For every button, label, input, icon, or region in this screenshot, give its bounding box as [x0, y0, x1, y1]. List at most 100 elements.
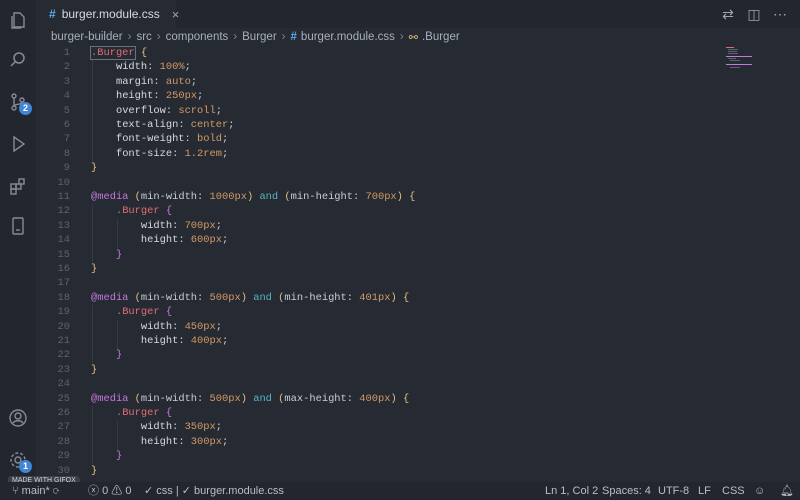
- code-line[interactable]: 16}: [36, 262, 736, 276]
- account-icon[interactable]: [0, 400, 36, 436]
- line-number: 21: [57, 335, 70, 347]
- notifications-bell-icon[interactable]: 🔔︎: [780, 482, 794, 500]
- line-number: 27: [57, 421, 70, 434]
- activity-bar: 2 1: [0, 0, 36, 482]
- breadcrumb-item[interactable]: burger.module.css: [301, 31, 395, 43]
- line-code: text-align: center;: [115, 119, 235, 131]
- line-number: 14: [57, 234, 70, 247]
- chevron-right-icon: ›: [399, 31, 404, 43]
- breadcrumb-item[interactable]: .Burger: [422, 31, 460, 43]
- close-icon[interactable]: ×: [172, 7, 180, 22]
- line-number: 3: [63, 75, 70, 88]
- search-icon[interactable]: [0, 42, 36, 78]
- code-line[interactable]: 14 height: 600px;: [36, 233, 736, 247]
- device-icon[interactable]: [0, 208, 36, 244]
- line-number: 29: [57, 450, 70, 463]
- code-line[interactable]: 18 @media (min-width: 500px) and (min-hei…: [36, 291, 736, 305]
- code-line[interactable]: 23}: [36, 363, 736, 377]
- code-line[interactable]: 26 .Burger {: [36, 406, 736, 420]
- checks-indicator[interactable]: ✓ css | ✓ burger.module.css: [144, 482, 284, 500]
- explorer-icon[interactable]: [0, 2, 36, 38]
- problems-indicator[interactable]: ⓧ 0 ⚠ 0: [88, 482, 131, 500]
- code-line[interactable]: 28 height: 300px;: [36, 435, 736, 449]
- code-line[interactable]: 17: [36, 276, 736, 290]
- chevron-right-icon: ›: [233, 31, 238, 43]
- split-editor-icon[interactable]: ◫: [746, 6, 762, 23]
- editor-actions: ⇄ ◫ ⋯: [720, 0, 788, 28]
- branch-indicator[interactable]: ⑂ main* ⟳: [12, 482, 59, 500]
- run-debug-icon[interactable]: [0, 126, 36, 162]
- line-number: 10: [57, 176, 70, 189]
- code-line[interactable]: 6 text-align: center;: [36, 118, 736, 132]
- code-line[interactable]: 22 }: [36, 348, 736, 362]
- tab-label: burger.module.css: [61, 7, 160, 21]
- end-of-line[interactable]: LF: [698, 482, 711, 500]
- line-number: 28: [57, 435, 70, 448]
- code-line[interactable]: 20 width: 450px;: [36, 320, 736, 334]
- code-line[interactable]: 19 .Burger {: [36, 305, 736, 319]
- line-number: 7: [63, 133, 70, 146]
- line-number: 25: [57, 392, 70, 405]
- line-code: }: [91, 363, 98, 376]
- code-line[interactable]: 7 font-weight: bold;: [36, 132, 736, 146]
- breadcrumb-item[interactable]: src: [136, 31, 151, 43]
- feedback-icon[interactable]: ☺: [754, 482, 765, 500]
- code-line[interactable]: 5 overflow: scroll;: [36, 104, 736, 118]
- line-number: 13: [57, 219, 70, 232]
- line-code: }: [91, 464, 98, 477]
- code-line[interactable]: 1 .Burger {: [36, 46, 736, 60]
- settings-badge: 1: [19, 460, 32, 473]
- scm-badge: 2: [19, 102, 32, 115]
- settings-gear-icon[interactable]: 1: [0, 442, 36, 478]
- line-code: height: 600px;: [140, 234, 229, 247]
- line-code: overflow: scroll;: [115, 104, 222, 117]
- cursor-position[interactable]: Ln 1, Col 2: [545, 482, 598, 500]
- code-line[interactable]: 21 height: 400px;: [36, 334, 736, 348]
- code-line[interactable]: 29 }: [36, 449, 736, 463]
- warning-icon: ⚠: [111, 485, 123, 497]
- code-line[interactable]: 10: [36, 176, 736, 190]
- line-number: 16: [57, 263, 70, 275]
- code-line[interactable]: 2 width: 100%;: [36, 60, 736, 74]
- git-branch-icon: ⑂: [12, 485, 19, 497]
- code-line[interactable]: 11 @media (min-width: 1000px) and (min-he…: [36, 190, 736, 204]
- compare-changes-icon[interactable]: ⇄: [720, 6, 736, 23]
- code-line[interactable]: 25 @media (min-width: 500px) and (max-hei…: [36, 392, 736, 406]
- check-icon: ✓: [181, 485, 191, 497]
- code-editor[interactable]: 1 .Burger {2 width: 100%; 3 margin: auto; 4…: [36, 46, 800, 482]
- line-number: 23: [57, 363, 70, 376]
- line-code: }: [115, 248, 123, 261]
- code-line[interactable]: 13 width: 700px;: [36, 219, 736, 233]
- line-number: 15: [57, 248, 70, 261]
- code-line[interactable]: 30}: [36, 464, 736, 478]
- indentation[interactable]: Spaces: 4: [602, 482, 651, 500]
- code-line[interactable]: 12 .Burger {: [36, 204, 736, 218]
- tab-burger-module-css[interactable]: # burger.module.css ×: [36, 0, 179, 28]
- code-line[interactable]: 8 font-size: 1.2rem;: [36, 147, 736, 161]
- line-code: width: 700px;: [140, 219, 222, 232]
- line-code: }: [115, 349, 123, 362]
- line-number: 18: [57, 291, 70, 304]
- breadcrumb-item[interactable]: Burger: [242, 31, 277, 43]
- minimap[interactable]: [726, 46, 756, 76]
- breadcrumb-item[interactable]: components: [166, 31, 229, 43]
- line-code: }: [115, 450, 123, 463]
- code-line[interactable]: 4 height: 250px;: [36, 89, 736, 103]
- encoding[interactable]: UTF-8: [658, 482, 689, 500]
- breadcrumb: burger-builder › src › components › Burg…: [51, 28, 460, 46]
- code-line[interactable]: 24: [36, 377, 736, 391]
- line-code: @media (min-width: 500px) and (max-heigh…: [91, 392, 410, 405]
- source-control-icon[interactable]: 2: [0, 84, 36, 120]
- chevron-right-icon: ›: [281, 31, 286, 43]
- chevron-right-icon: ›: [156, 31, 161, 43]
- code-line[interactable]: 9}: [36, 161, 736, 175]
- language-mode[interactable]: CSS: [722, 482, 745, 500]
- breadcrumb-item[interactable]: burger-builder: [51, 31, 123, 43]
- code-line[interactable]: 15 }: [36, 248, 736, 262]
- more-actions-icon[interactable]: ⋯: [772, 6, 788, 23]
- line-code: margin: auto;: [115, 75, 198, 88]
- line-code: }: [91, 162, 98, 175]
- code-line[interactable]: 27 width: 350px;: [36, 420, 736, 434]
- extensions-icon[interactable]: [0, 168, 36, 204]
- code-line[interactable]: 3 margin: auto;: [36, 75, 736, 89]
